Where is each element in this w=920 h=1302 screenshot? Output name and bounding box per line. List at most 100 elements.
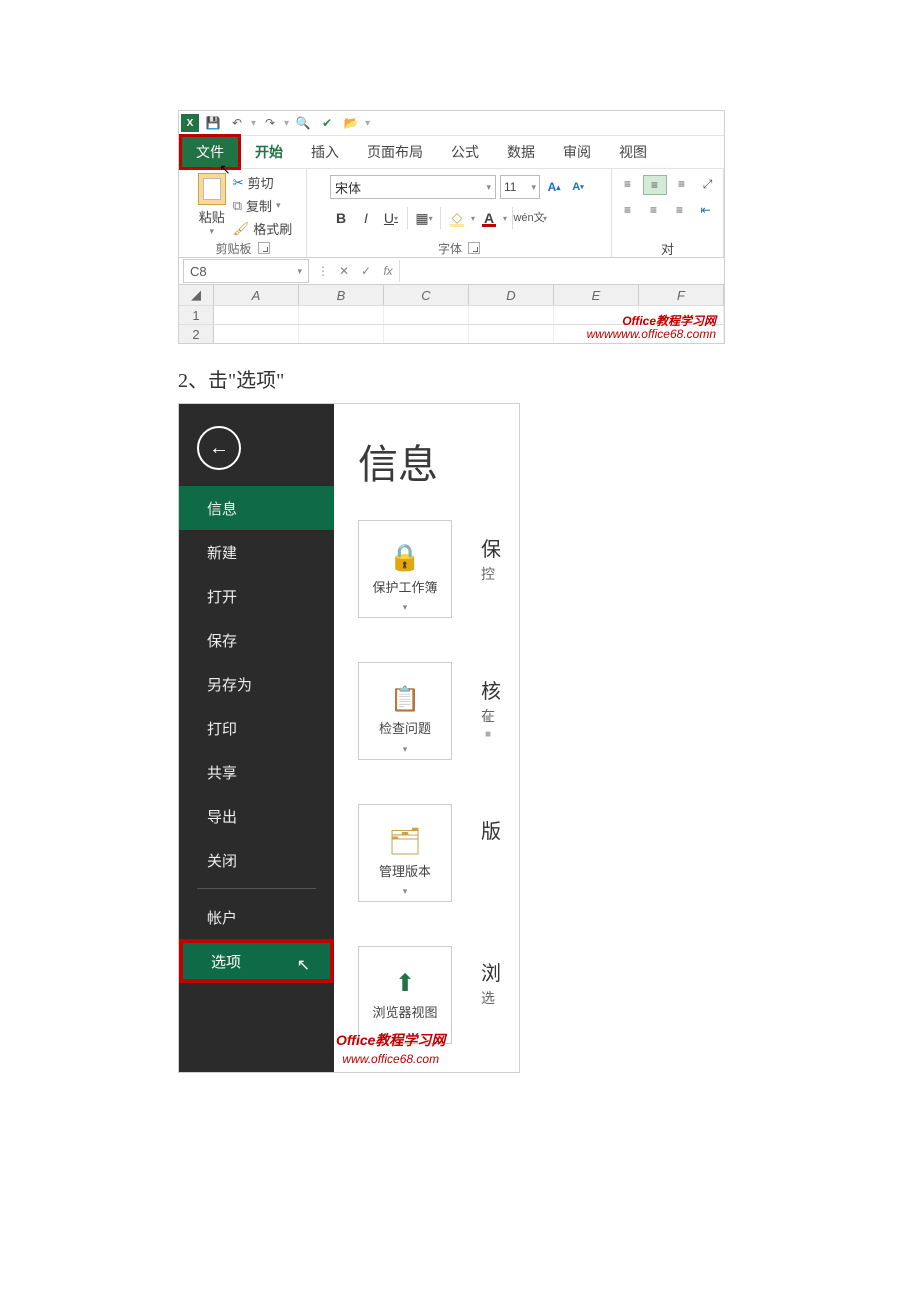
paste-button[interactable]: 粘贴 ▾ [193, 173, 231, 237]
align-top-button[interactable]: ≡ [617, 175, 639, 193]
backstage-sidebar: ← 信息 新建 打开 保存 另存为 打印 共享 导出 关闭 帐户 选项 ↖ [179, 404, 334, 1072]
col-header[interactable]: A [214, 285, 299, 305]
cell[interactable] [384, 325, 469, 343]
name-box[interactable]: C8 ▾ [183, 259, 309, 283]
sidebar-item-saveas[interactable]: 另存为 [179, 662, 334, 706]
qat-dropdown-icon[interactable]: ▾ [251, 118, 256, 129]
fx-icon[interactable]: fx [377, 264, 399, 278]
font-color-bar [482, 224, 496, 227]
watermark: Office教程学习网 www.office68.com [336, 1030, 445, 1066]
col-header[interactable]: F [639, 285, 724, 305]
italic-button[interactable]: I [355, 207, 377, 229]
enter-icon[interactable]: ✓ [355, 264, 377, 278]
sidebar-item-info[interactable]: 信息 [179, 486, 334, 530]
group-alignment: ≡ ≡ ≡ ⤢ ≡ ≡ ≡ ⇤ 对 [612, 169, 724, 257]
tab-view[interactable]: 视图 [605, 136, 661, 168]
row-header[interactable]: 2 [179, 325, 214, 343]
sidebar-item-print[interactable]: 打印 [179, 706, 334, 750]
cancel-icon[interactable]: ✕ [333, 264, 355, 278]
font-color-button[interactable]: A [478, 207, 500, 229]
align-center-button[interactable]: ≡ [643, 201, 665, 219]
copy-icon: ⧉ [233, 198, 242, 214]
sidebar-options-label: 选项 [211, 951, 241, 972]
tab-formulas[interactable]: 公式 [437, 136, 493, 168]
cell[interactable] [384, 306, 469, 324]
watermark-line1: Office教程学习网 [587, 315, 716, 328]
bold-button[interactable]: B [330, 207, 352, 229]
align-middle-button[interactable]: ≡ [643, 175, 667, 195]
back-button[interactable]: ← [197, 426, 241, 470]
fill-color-button[interactable]: ◇ [446, 207, 468, 229]
chevron-down-icon: ▾ [403, 886, 408, 897]
copy-button[interactable]: ⧉ 复制 ▾ [233, 196, 293, 215]
font-name-select[interactable]: 宋体 ▾ [330, 175, 496, 199]
save-icon[interactable]: 💾 [203, 113, 223, 133]
redo-icon[interactable]: ↷ [260, 113, 280, 133]
copy-label: 复制 [246, 196, 272, 215]
grow-font-button[interactable]: A▴ [544, 176, 564, 198]
formula-input[interactable] [399, 260, 724, 282]
qat-dropdown-icon[interactable]: ▾ [284, 118, 289, 129]
cell[interactable] [299, 325, 384, 343]
align-left-button[interactable]: ≡ [617, 201, 639, 219]
versions-button[interactable]: 🗂 管理版本 ▾ 版 [358, 804, 452, 902]
tab-home[interactable]: 开始 [241, 136, 297, 168]
paste-dropdown-icon[interactable]: ▾ [209, 226, 214, 237]
sidebar-item-share[interactable]: 共享 [179, 750, 334, 794]
sidebar-item-export[interactable]: 导出 [179, 794, 334, 838]
cell[interactable] [214, 306, 299, 324]
tab-page-layout[interactable]: 页面布局 [353, 136, 437, 168]
shrink-font-button[interactable]: A▾ [568, 176, 588, 198]
select-all-corner[interactable]: ◢ [179, 285, 214, 305]
sidebar-item-open[interactable]: 打开 [179, 574, 334, 618]
tab-data[interactable]: 数据 [493, 136, 549, 168]
cell[interactable] [299, 306, 384, 324]
ribbon: 粘贴 ▾ ✂ 剪切 ⧉ 复制 ▾ [179, 168, 724, 258]
chevron-down-icon: ▾ [531, 182, 536, 193]
cut-button[interactable]: ✂ 剪切 [233, 173, 293, 192]
font-launcher-icon[interactable] [468, 242, 480, 254]
spellcheck-icon[interactable]: ✔ [317, 113, 337, 133]
align-bottom-button[interactable]: ≡ [671, 175, 693, 193]
sidebar-item-save[interactable]: 保存 [179, 618, 334, 662]
col-header[interactable]: B [299, 285, 384, 305]
row-header[interactable]: 1 [179, 306, 214, 324]
chevron-down-icon[interactable]: ▾ [297, 266, 302, 277]
cell[interactable] [469, 306, 554, 324]
watermark: Office教程学习网 wwwwww.office68.comn [587, 315, 716, 341]
open-folder-icon[interactable]: 📂 [341, 113, 361, 133]
sidebar-item-new[interactable]: 新建 [179, 530, 334, 574]
tab-review[interactable]: 审阅 [549, 136, 605, 168]
chevron-down-icon[interactable]: ▾ [543, 214, 547, 223]
col-header[interactable]: C [384, 285, 469, 305]
copy-dropdown-icon[interactable]: ▾ [276, 200, 281, 211]
sidebar-item-options[interactable]: 选项 ↖ [179, 939, 334, 983]
font-size-value: 11 [504, 180, 516, 194]
print-preview-icon[interactable]: 🔍 [293, 113, 313, 133]
decrease-indent-button[interactable]: ⇤ [695, 201, 717, 219]
orientation-button[interactable]: ⤢ [697, 175, 719, 193]
format-painter-button[interactable]: 🖌 格式刷 [233, 219, 293, 238]
cell[interactable] [469, 325, 554, 343]
chevron-down-icon[interactable]: ▾ [471, 214, 475, 223]
borders-button[interactable]: ▦▾ [413, 207, 435, 229]
font-size-select[interactable]: 11 ▾ [500, 175, 540, 199]
underline-button[interactable]: U▾ [380, 207, 402, 229]
phonetic-button[interactable]: wén 文 [518, 207, 540, 229]
tab-insert[interactable]: 插入 [297, 136, 353, 168]
sidebar-item-account[interactable]: 帐户 [179, 895, 334, 939]
col-header[interactable]: E [554, 285, 639, 305]
inspect-label: 检查问题 [379, 718, 431, 737]
inspect-button[interactable]: 📋 检查问题 ▾ 核 在 ■■ [358, 662, 452, 760]
qat-customize-icon[interactable]: ▾ [365, 118, 370, 129]
tab-file[interactable]: 文件 [179, 134, 241, 170]
cell[interactable] [214, 325, 299, 343]
chevron-down-icon[interactable]: ▾ [503, 214, 507, 223]
bullet-list: ■■ [485, 711, 491, 743]
undo-icon[interactable]: ↶ [227, 113, 247, 133]
protect-workbook-button[interactable]: 🔒 保护工作簿 ▾ 保 控 [358, 520, 452, 618]
align-right-button[interactable]: ≡ [669, 201, 691, 219]
clipboard-launcher-icon[interactable] [258, 242, 270, 254]
col-header[interactable]: D [469, 285, 554, 305]
sidebar-item-close[interactable]: 关闭 [179, 838, 334, 882]
